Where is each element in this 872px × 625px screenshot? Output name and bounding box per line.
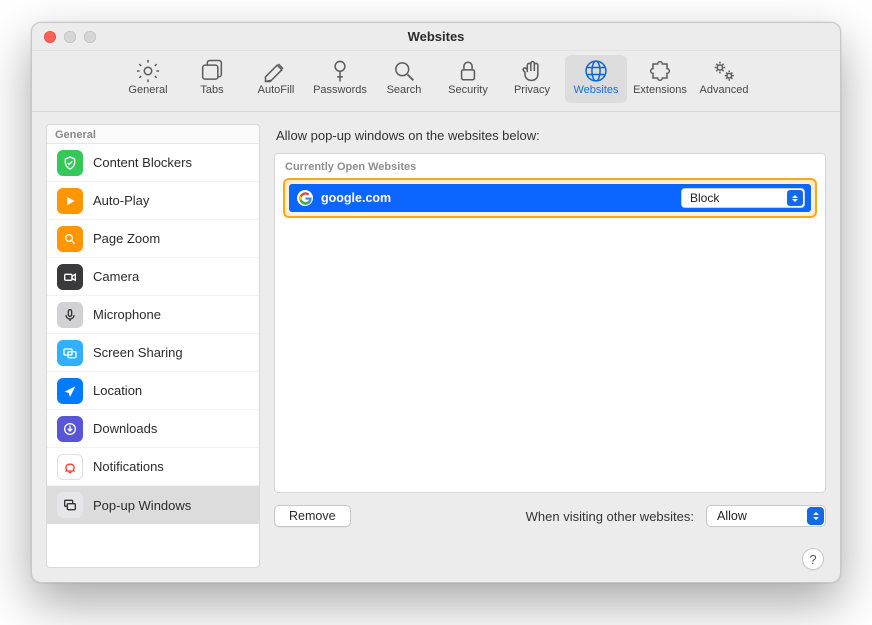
tab-label: Search xyxy=(387,83,422,97)
sidebar-item-popup-windows[interactable]: Pop-up Windows xyxy=(47,486,259,524)
tab-passwords[interactable]: Passwords xyxy=(309,55,371,103)
sidebar-item-label: Location xyxy=(93,383,142,398)
windows-icon xyxy=(57,492,83,518)
sidebar-item-label: Notifications xyxy=(93,459,164,474)
sidebar-item-label: Auto-Play xyxy=(93,193,149,208)
sidebar-item-downloads[interactable]: Downloads xyxy=(47,410,259,448)
default-policy-label: When visiting other websites: xyxy=(526,509,694,524)
sidebar-item-page-zoom[interactable]: Page Zoom xyxy=(47,220,259,258)
key-icon xyxy=(326,59,354,83)
tab-tabs[interactable]: Tabs xyxy=(181,55,243,103)
tab-label: Advanced xyxy=(700,83,749,97)
sidebar-item-label: Pop-up Windows xyxy=(93,498,191,513)
preferences-window: Websites General Tabs AutoFill Pass xyxy=(31,22,841,583)
tab-label: Tabs xyxy=(200,83,223,97)
site-setting-value: Block xyxy=(690,191,719,205)
help-symbol: ? xyxy=(809,552,816,567)
tab-label: AutoFill xyxy=(258,83,295,97)
sidebar-item-notifications[interactable]: Notifications xyxy=(47,448,259,486)
sidebar-item-auto-play[interactable]: Auto-Play xyxy=(47,182,259,220)
list-section-header: Currently Open Websites xyxy=(275,154,825,178)
sidebar-item-screen-sharing[interactable]: Screen Sharing xyxy=(47,334,259,372)
default-policy-value: Allow xyxy=(717,509,747,523)
hand-icon xyxy=(518,59,546,83)
window-controls xyxy=(44,31,96,43)
puzzle-icon xyxy=(646,59,674,83)
tab-label: Security xyxy=(448,83,488,97)
sidebar-item-label: Page Zoom xyxy=(93,231,160,246)
tab-security[interactable]: Security xyxy=(437,55,499,103)
magnifier-icon xyxy=(57,226,83,252)
location-arrow-icon xyxy=(57,378,83,404)
tab-search[interactable]: Search xyxy=(373,55,435,103)
highlighted-row: google.com Block xyxy=(283,178,817,218)
sidebar-item-label: Screen Sharing xyxy=(93,345,183,360)
zoom-window-button[interactable] xyxy=(84,31,96,43)
chevron-up-down-icon xyxy=(807,507,824,525)
default-policy-select[interactable]: Allow xyxy=(706,505,826,527)
tabs-icon xyxy=(198,59,226,83)
tab-advanced[interactable]: Advanced xyxy=(693,55,755,103)
sidebar-item-camera[interactable]: Camera xyxy=(47,258,259,296)
sidebar-item-label: Microphone xyxy=(93,307,161,322)
tab-label: General xyxy=(128,83,167,97)
footer-row: Remove When visiting other websites: All… xyxy=(274,505,826,527)
close-window-button[interactable] xyxy=(44,31,56,43)
download-icon xyxy=(57,416,83,442)
websites-list: Currently Open Websites google.com Block xyxy=(274,153,826,493)
sidebar-items: Content Blockers Auto-Play Page Zoom xyxy=(47,144,259,567)
tab-label: Extensions xyxy=(633,83,687,97)
minimize-window-button[interactable] xyxy=(64,31,76,43)
tab-websites[interactable]: Websites xyxy=(565,55,627,103)
window-title: Websites xyxy=(32,23,840,51)
main-panel: Allow pop-up windows on the websites bel… xyxy=(274,124,826,568)
globe-icon xyxy=(582,59,610,83)
sidebar-item-label: Content Blockers xyxy=(93,155,192,170)
preferences-toolbar: General Tabs AutoFill Passwords Search xyxy=(32,51,840,112)
main-heading: Allow pop-up windows on the websites bel… xyxy=(276,128,826,143)
sidebar-item-microphone[interactable]: Microphone xyxy=(47,296,259,334)
help-button[interactable]: ? xyxy=(802,548,824,570)
gear-icon xyxy=(134,59,162,83)
titlebar: Websites xyxy=(32,23,840,51)
content-area: General Content Blockers Auto-Play xyxy=(32,112,840,582)
sidebar-section-header: General xyxy=(47,125,259,144)
site-row-google[interactable]: google.com Block xyxy=(289,184,811,212)
camera-icon xyxy=(57,264,83,290)
sidebar-item-content-blockers[interactable]: Content Blockers xyxy=(47,144,259,182)
site-domain: google.com xyxy=(321,191,673,205)
gears-icon xyxy=(710,59,738,83)
bell-icon xyxy=(57,454,83,480)
lock-icon xyxy=(454,59,482,83)
tab-label: Passwords xyxy=(313,83,367,97)
tab-autofill[interactable]: AutoFill xyxy=(245,55,307,103)
screens-icon xyxy=(57,340,83,366)
microphone-icon xyxy=(57,302,83,328)
site-setting-select[interactable]: Block xyxy=(681,188,805,208)
sidebar: General Content Blockers Auto-Play xyxy=(46,124,260,568)
google-favicon-icon xyxy=(297,190,313,206)
play-icon xyxy=(57,188,83,214)
shield-check-icon xyxy=(57,150,83,176)
tab-label: Privacy xyxy=(514,83,550,97)
sidebar-item-label: Downloads xyxy=(93,421,157,436)
chevron-up-down-icon xyxy=(787,190,803,206)
search-icon xyxy=(390,59,418,83)
sidebar-item-label: Camera xyxy=(93,269,139,284)
sidebar-item-location[interactable]: Location xyxy=(47,372,259,410)
tab-privacy[interactable]: Privacy xyxy=(501,55,563,103)
tab-extensions[interactable]: Extensions xyxy=(629,55,691,103)
tab-label: Websites xyxy=(573,83,618,97)
pencil-icon xyxy=(262,59,290,83)
tab-general[interactable]: General xyxy=(117,55,179,103)
remove-button[interactable]: Remove xyxy=(274,505,351,527)
